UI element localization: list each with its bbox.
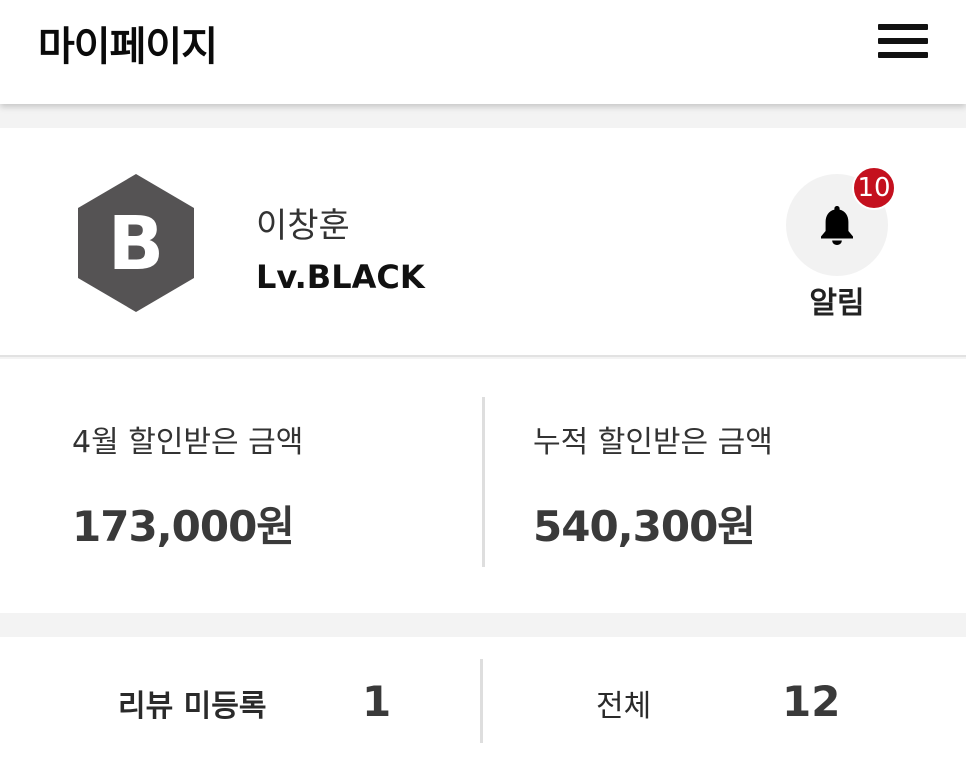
profile-section: B 이창훈 Lv.BLACK 10 알림: [0, 128, 966, 357]
monthly-discount-label: 4월 할인받은 금액: [72, 425, 304, 460]
grade-badge-letter: B: [108, 201, 164, 287]
menu-bar: [878, 52, 928, 58]
bell-icon: [821, 206, 853, 245]
total-discount-label: 누적 할인받은 금액: [533, 425, 773, 460]
app-header: 마이페이지: [0, 0, 966, 104]
column-divider: [482, 397, 485, 567]
user-level: Lv.BLACK: [256, 258, 425, 296]
hamburger-menu-icon[interactable]: [872, 20, 934, 62]
all-review-label[interactable]: 전체: [596, 681, 651, 725]
unregistered-review-label[interactable]: 리뷰 미등록: [118, 681, 266, 725]
menu-bar: [878, 38, 928, 44]
total-discount-value: 540,300원: [533, 502, 756, 551]
user-name: 이창훈: [256, 206, 350, 246]
grade-badge-icon: B: [78, 174, 194, 312]
unregistered-review-count[interactable]: 1: [362, 677, 391, 726]
alarm-label[interactable]: 알림: [786, 278, 888, 322]
page-title: 마이페이지: [38, 24, 218, 70]
review-section: 리뷰 미등록 1 전체 12: [0, 637, 966, 760]
column-divider: [480, 659, 483, 743]
discount-section: 4월 할인받은 금액 173,000원 누적 할인받은 금액 540,300원: [0, 359, 966, 613]
monthly-discount-value: 173,000원: [72, 502, 295, 551]
alarm-count-badge: 10: [852, 166, 896, 210]
menu-bar: [878, 24, 928, 30]
all-review-count[interactable]: 12: [782, 677, 840, 726]
